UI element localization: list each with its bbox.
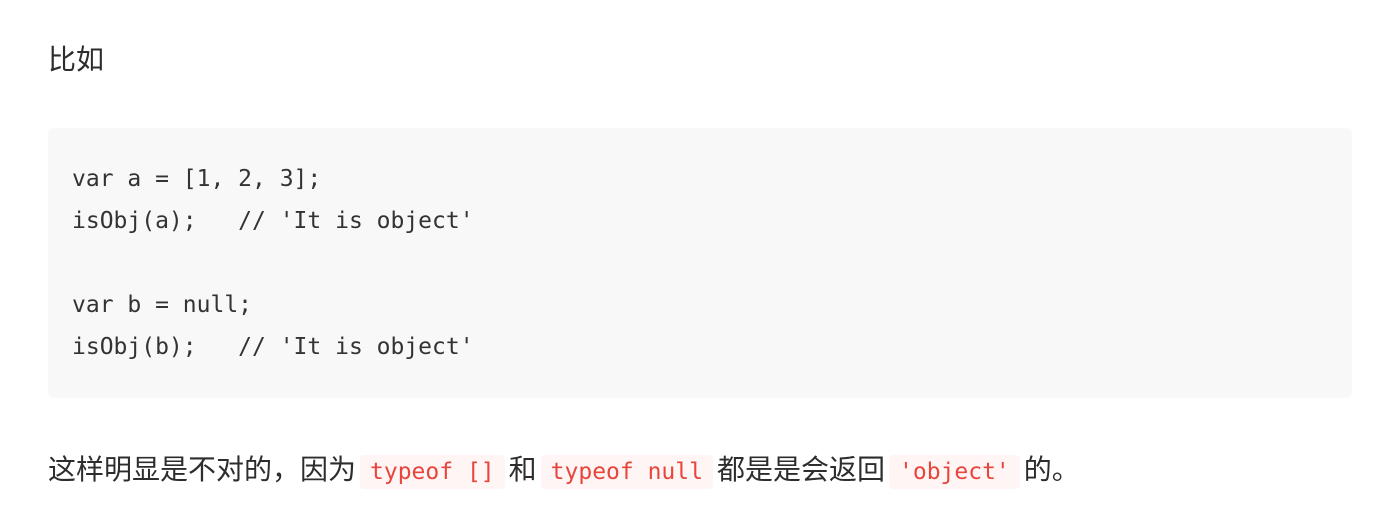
explanation-text: 的。 <box>1023 453 1080 486</box>
inline-code-typeof-null: typeof null <box>540 455 713 489</box>
code-line: isObj(b); // 'It is object' <box>72 334 474 360</box>
explanation-text: 都是是会返回 <box>716 453 885 486</box>
code-line: var a = [1, 2, 3]; <box>72 166 322 192</box>
explanation-text: 这样明显是不对的，因为 <box>48 453 357 486</box>
code-line: var b = null; <box>72 292 253 318</box>
code-block: var a = [1, 2, 3]; isObj(a); // 'It is ob… <box>48 128 1352 398</box>
code-line: isObj(a); // 'It is object' <box>72 208 474 234</box>
explanation-text: 和 <box>508 453 537 486</box>
intro-paragraph: 比如 <box>48 43 105 76</box>
inline-code-typeof-array: typeof [] <box>360 455 505 489</box>
explanation-paragraph: 这样明显是不对的，因为 typeof [] 和 typeof null 都是是会返回'o… <box>48 448 1080 494</box>
inline-code-object-string: 'object' <box>889 455 1020 489</box>
